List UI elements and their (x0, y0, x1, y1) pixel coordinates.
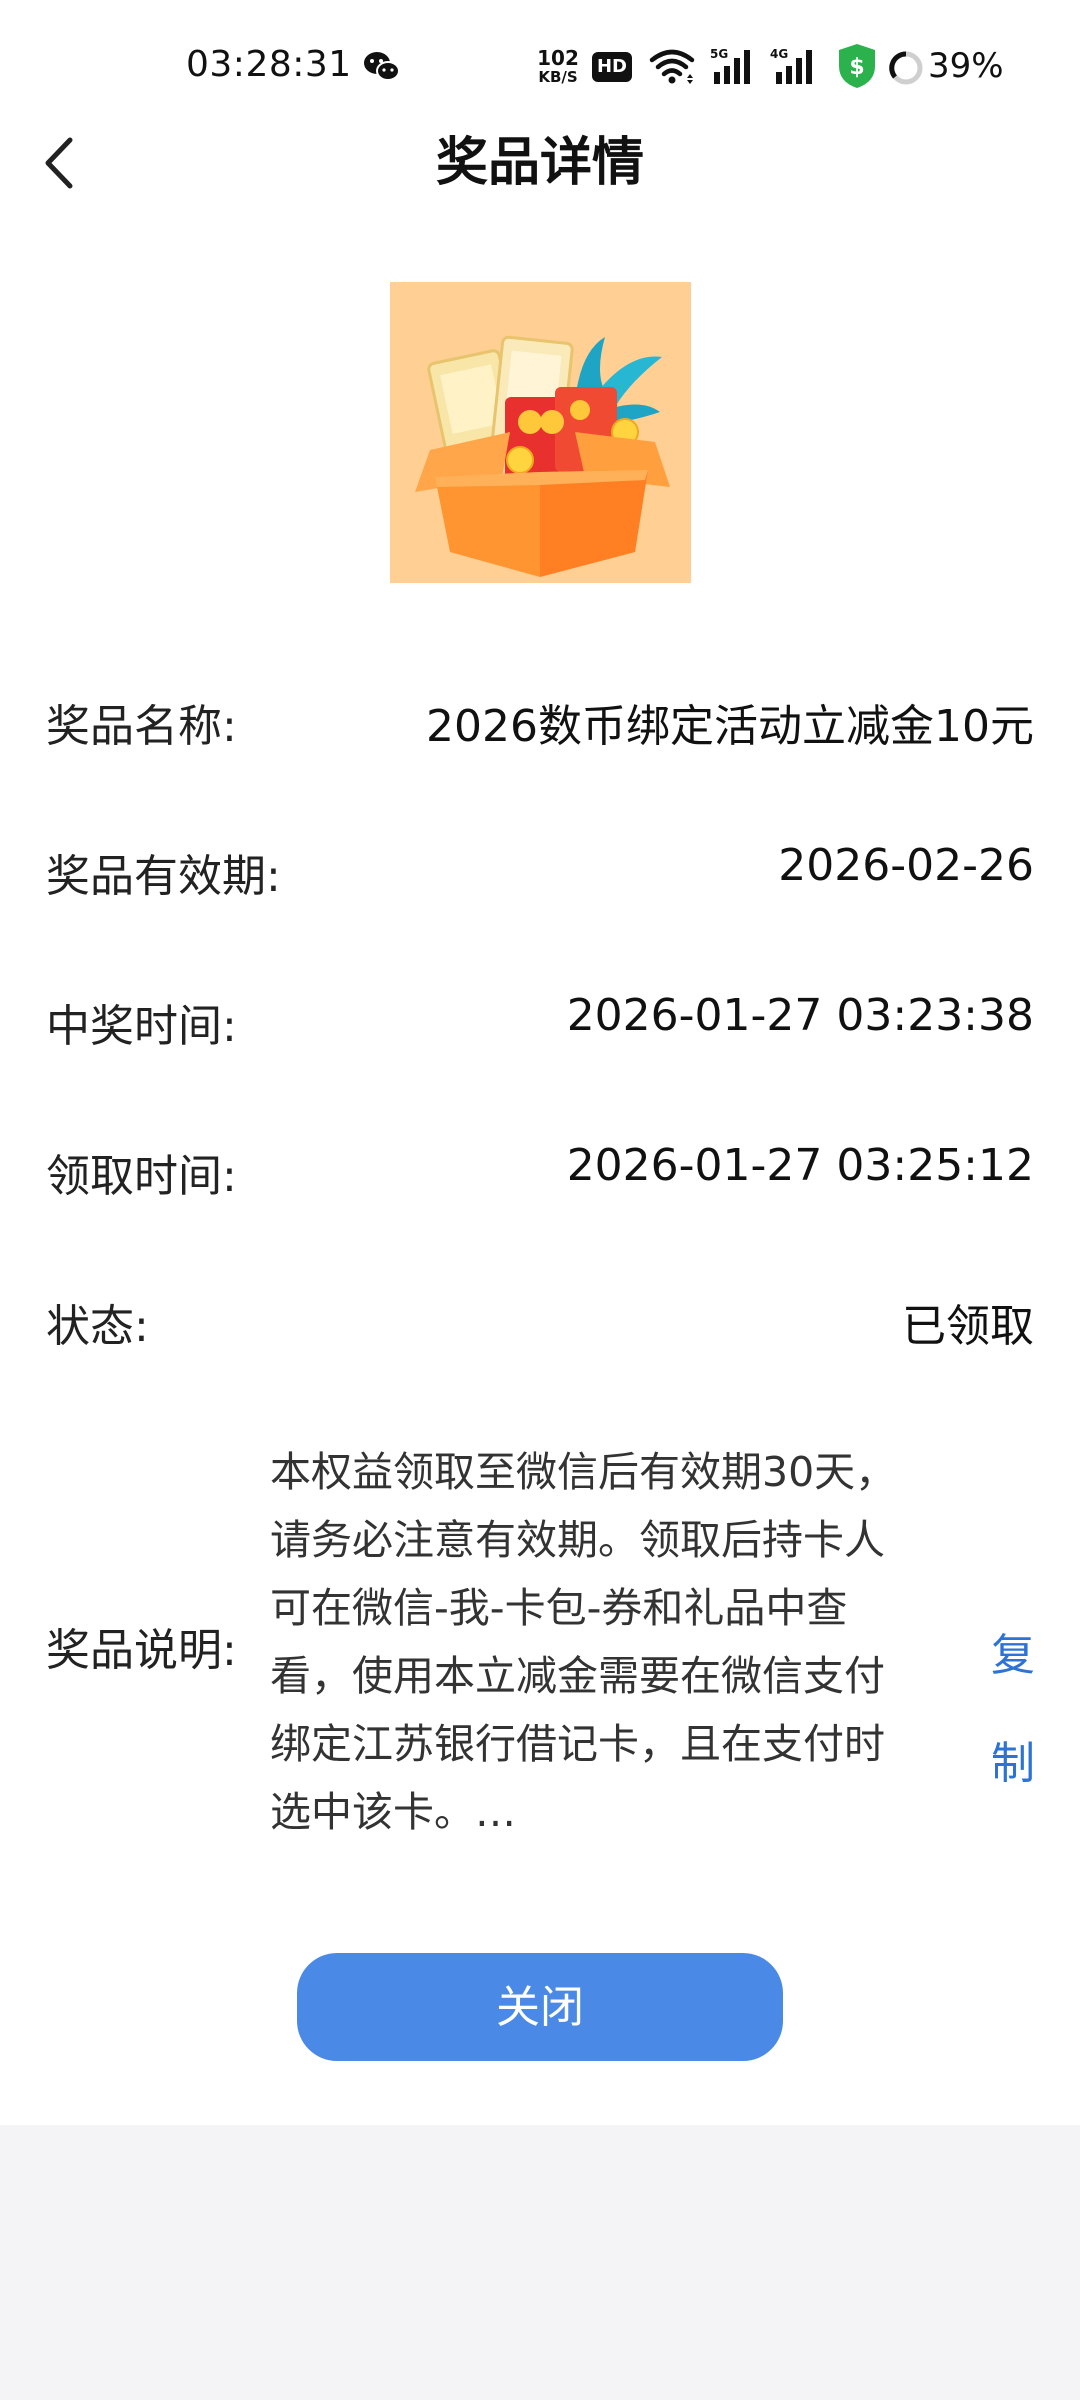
copy-button[interactable]: 复制 (988, 1602, 1038, 1818)
status-label: 状态: (46, 1301, 149, 1352)
back-button[interactable] (36, 128, 84, 198)
net-speed-unit: KB/S (538, 68, 578, 86)
prize-image (390, 282, 691, 583)
win-time-value: 2026-01-27 03:23:38 (566, 990, 1034, 1041)
svg-text:4G: 4G (770, 47, 788, 61)
prize-validity-value: 2026-02-26 (778, 840, 1034, 891)
description-text: 本权益领取至微信后有效期30天，请务必注意有效期。领取后持卡人可在微信-我-卡包… (270, 1448, 897, 1836)
hd-icon: HD (592, 52, 632, 82)
gift-box-icon (390, 282, 691, 583)
claim-time-label: 领取时间: (46, 1151, 237, 1202)
prize-name-label: 奖品名称: (46, 701, 237, 752)
wifi-icon (649, 49, 695, 84)
status-time: 03:28:31 (186, 44, 352, 85)
battery-ring-icon (889, 51, 923, 85)
bottom-blank-area (0, 2125, 1080, 2400)
svg-text:$: $ (849, 55, 864, 80)
battery-percent: 39% (928, 46, 1004, 86)
security-shield-icon: $ (839, 44, 875, 88)
prize-validity-label: 奖品有效期: (46, 851, 281, 902)
chevron-left-icon (45, 137, 73, 189)
status-value: 已领取 (902, 1301, 1034, 1352)
close-button[interactable]: 关闭 (297, 1953, 783, 2061)
wechat-icon (364, 52, 400, 81)
net-speed-value: 102 (537, 46, 579, 70)
svg-text:5G: 5G (710, 47, 728, 61)
signal-5g-icon: 5G (710, 47, 750, 84)
status-bar: 03:28:31 102 KB/S HD 5G 4G $ 39% (0, 0, 1080, 130)
description-label: 奖品说明: (46, 1625, 237, 1676)
claim-time-value: 2026-01-27 03:25:12 (566, 1140, 1034, 1191)
net-speed-indicator: 102 KB/S (534, 48, 582, 85)
win-time-label: 中奖时间: (46, 1001, 237, 1052)
page-container: 03:28:31 102 KB/S HD 5G 4G $ 39% 奖品详情 奖品… (0, 0, 1080, 2125)
signal-4g-icon: 4G (770, 47, 812, 84)
page-title: 奖品详情 (435, 133, 644, 193)
prize-name-value: 2026数币绑定活动立减金10元 (426, 701, 1034, 752)
